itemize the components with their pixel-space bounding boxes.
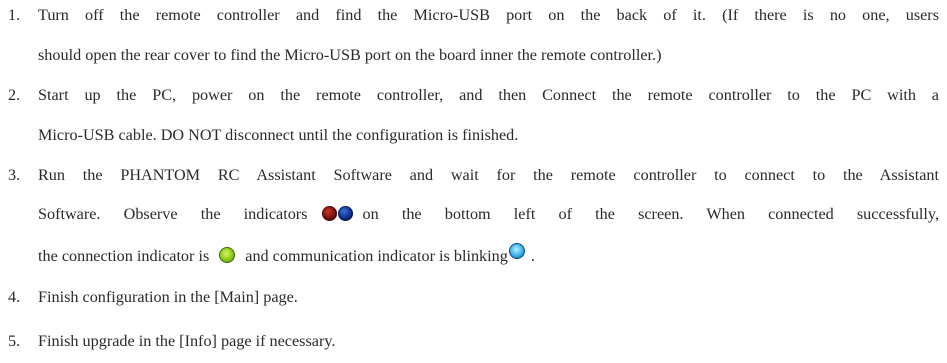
- step-1-number: 1.: [8, 6, 21, 24]
- step-3-line-2b: on the bottom left of the screen. When c…: [362, 205, 940, 223]
- step-3-line-2a: Software. Observe the indicators: [38, 205, 308, 223]
- step-5-line-1: Finish upgrade in the [Info] page if nec…: [38, 332, 336, 350]
- step-3-line-3: the connection indicator is and communica…: [38, 243, 535, 266]
- step-3-line-2: Software. Observe the indicators on the b…: [38, 204, 939, 224]
- step-3-line-3a: the connection indicator is: [38, 247, 210, 265]
- step-4-number: 4.: [8, 288, 21, 306]
- indicator-pair: [321, 206, 353, 221]
- step-3-line-3c: .: [530, 247, 535, 265]
- blue-indicator-icon: [337, 206, 353, 221]
- instruction-document: 1. Turn off the remote controller and fi…: [0, 0, 947, 363]
- step-2-line-2: Micro-USB cable. DO NOT disconnect until…: [38, 126, 519, 144]
- step-3-line-3b: and communication indicator is blinking: [245, 247, 508, 265]
- step-1-line-2: should open the rear cover to find the M…: [38, 46, 662, 64]
- red-indicator-icon: [321, 206, 337, 221]
- step-5-number: 5.: [8, 332, 21, 350]
- step-4-line-1: Finish configuration in the [Main] page.: [38, 288, 298, 306]
- step-1-line-1: Turn off the remote controller and find …: [38, 6, 939, 24]
- green-indicator-icon: [219, 247, 236, 263]
- step-3-line-1: Run the PHANTOM RC Assistant Software an…: [38, 166, 939, 184]
- step-2-line-1: Start up the PC, power on the remote con…: [38, 86, 939, 104]
- step-2-number: 2.: [8, 86, 21, 104]
- cyan-indicator-icon: [508, 243, 525, 259]
- step-3-number: 3.: [8, 166, 21, 184]
